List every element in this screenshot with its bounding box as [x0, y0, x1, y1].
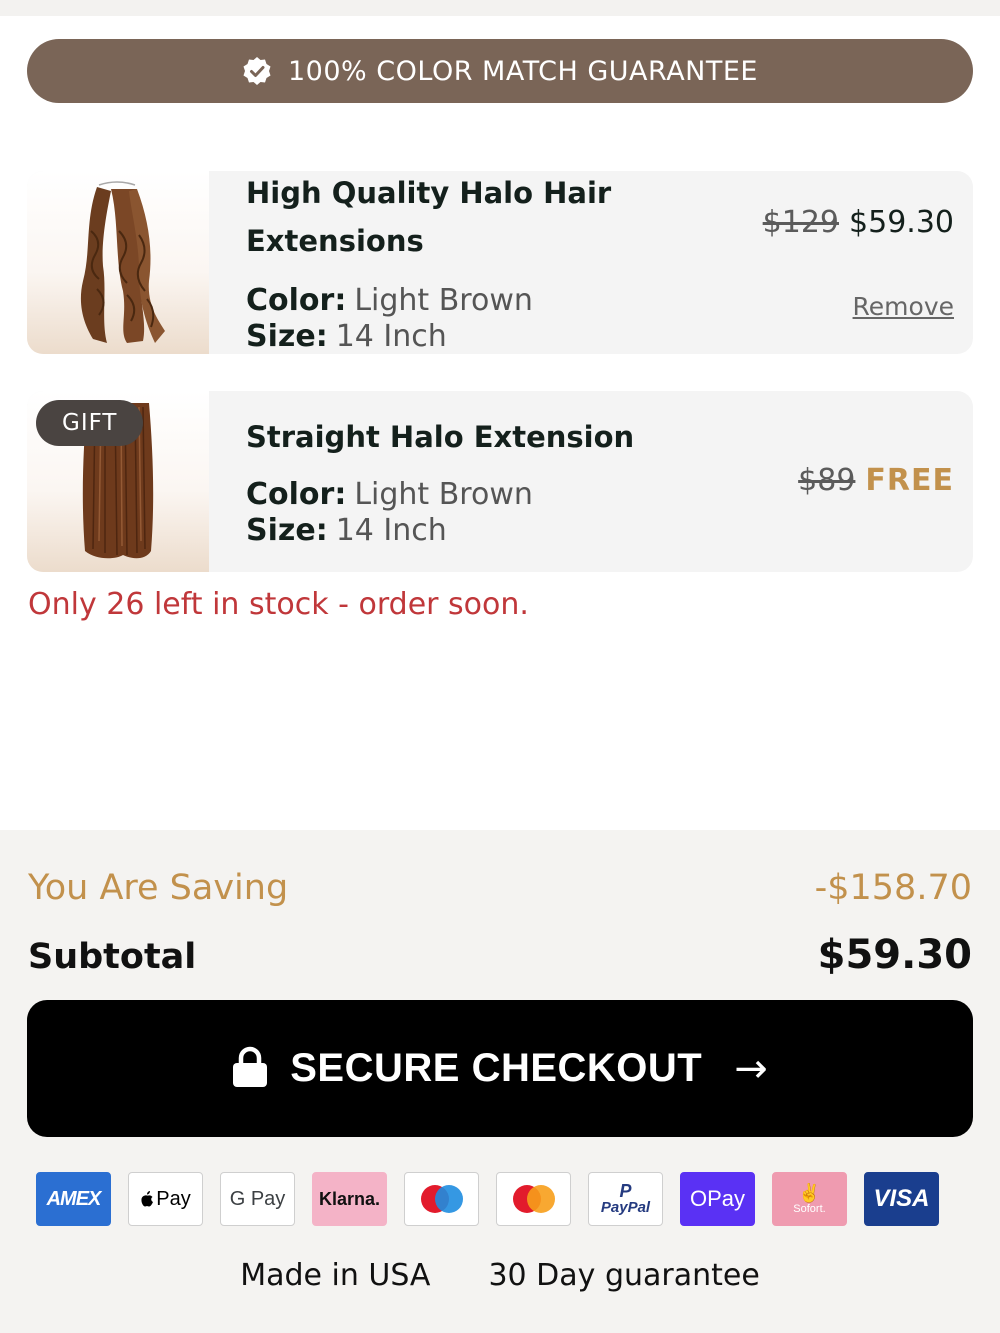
- remove-link[interactable]: Remove: [853, 292, 954, 321]
- subtotal-label: Subtotal: [28, 937, 197, 977]
- gift-badge: GIFT: [36, 400, 144, 446]
- color-match-guarantee-banner: 100% COLOR MATCH GUARANTEE: [27, 39, 973, 103]
- checkout-label: SECURE CHECKOUT: [290, 1046, 703, 1090]
- lock-icon: [232, 1046, 268, 1092]
- trust-footer: Made in USA 30 Day guarantee: [0, 1258, 1000, 1293]
- verified-badge-icon: [242, 56, 272, 86]
- color-value: Light Brown: [354, 477, 533, 512]
- cart-item: High Quality Halo Hair Extensions Color:…: [27, 171, 973, 354]
- apple-pay-icon: Pay: [128, 1172, 203, 1226]
- sale-price: $59.30: [849, 205, 954, 240]
- product-color: Color: Light Brown: [246, 283, 533, 319]
- secure-checkout-button[interactable]: SECURE CHECKOUT →: [27, 1000, 973, 1137]
- maestro-icon: [404, 1172, 479, 1226]
- made-in-usa: Made in USA: [240, 1258, 431, 1293]
- original-price: $129: [762, 205, 840, 240]
- product-price: $129 $59.30: [763, 205, 954, 240]
- saving-row: You Are Saving -$158.70: [28, 868, 972, 908]
- product-title[interactable]: High Quality Halo Hair Extensions: [246, 171, 666, 265]
- banner-text: 100% COLOR MATCH GUARANTEE: [288, 55, 758, 87]
- opay-icon: OPay: [680, 1172, 755, 1226]
- day-guarantee: 30 Day guarantee: [488, 1258, 760, 1293]
- visa-icon: VISA: [864, 1172, 939, 1226]
- color-label: Color:: [246, 477, 347, 512]
- mastercard-icon: [496, 1172, 571, 1226]
- size-label: Size:: [246, 319, 328, 354]
- low-stock-message: Only 26 left in stock - order soon.: [28, 587, 529, 622]
- cart-item-gift: GIFT Straight Halo Extension Color: Light…: [27, 391, 973, 572]
- product-size: Size: 14 Inch: [246, 319, 447, 354]
- product-title[interactable]: Straight Halo Extension: [246, 413, 634, 461]
- size-value: 14 Inch: [335, 513, 447, 548]
- arrow-right-icon: →: [734, 1045, 768, 1092]
- product-image-straight-hair[interactable]: GIFT: [27, 391, 209, 572]
- payment-methods: AMEX Pay G Pay Klarna. P PayPal OPay ✌ S…: [36, 1172, 939, 1226]
- product-color: Color: Light Brown: [246, 477, 533, 513]
- product-price: $89 FREE: [798, 463, 954, 498]
- paypal-icon: P PayPal: [588, 1172, 663, 1226]
- saving-label: You Are Saving: [28, 868, 289, 908]
- google-pay-icon: G Pay: [220, 1172, 295, 1226]
- sofort-icon: ✌ Sofort.: [772, 1172, 847, 1226]
- subtotal-value: $59.30: [817, 932, 972, 978]
- size-value: 14 Inch: [335, 319, 447, 354]
- product-size: Size: 14 Inch: [246, 513, 447, 549]
- order-summary: You Are Saving -$158.70 Subtotal $59.30 …: [0, 830, 1000, 1333]
- color-value: Light Brown: [354, 283, 533, 318]
- subtotal-row: Subtotal $59.30: [28, 932, 972, 978]
- klarna-icon: Klarna.: [312, 1172, 387, 1226]
- original-price: $89: [798, 463, 856, 498]
- free-price: FREE: [865, 463, 954, 498]
- product-image-wavy-hair[interactable]: [27, 171, 209, 354]
- color-label: Color:: [246, 283, 347, 318]
- size-label: Size:: [246, 513, 328, 548]
- amex-icon: AMEX: [36, 1172, 111, 1226]
- top-strip: [0, 0, 1000, 16]
- saving-value: -$158.70: [814, 868, 972, 908]
